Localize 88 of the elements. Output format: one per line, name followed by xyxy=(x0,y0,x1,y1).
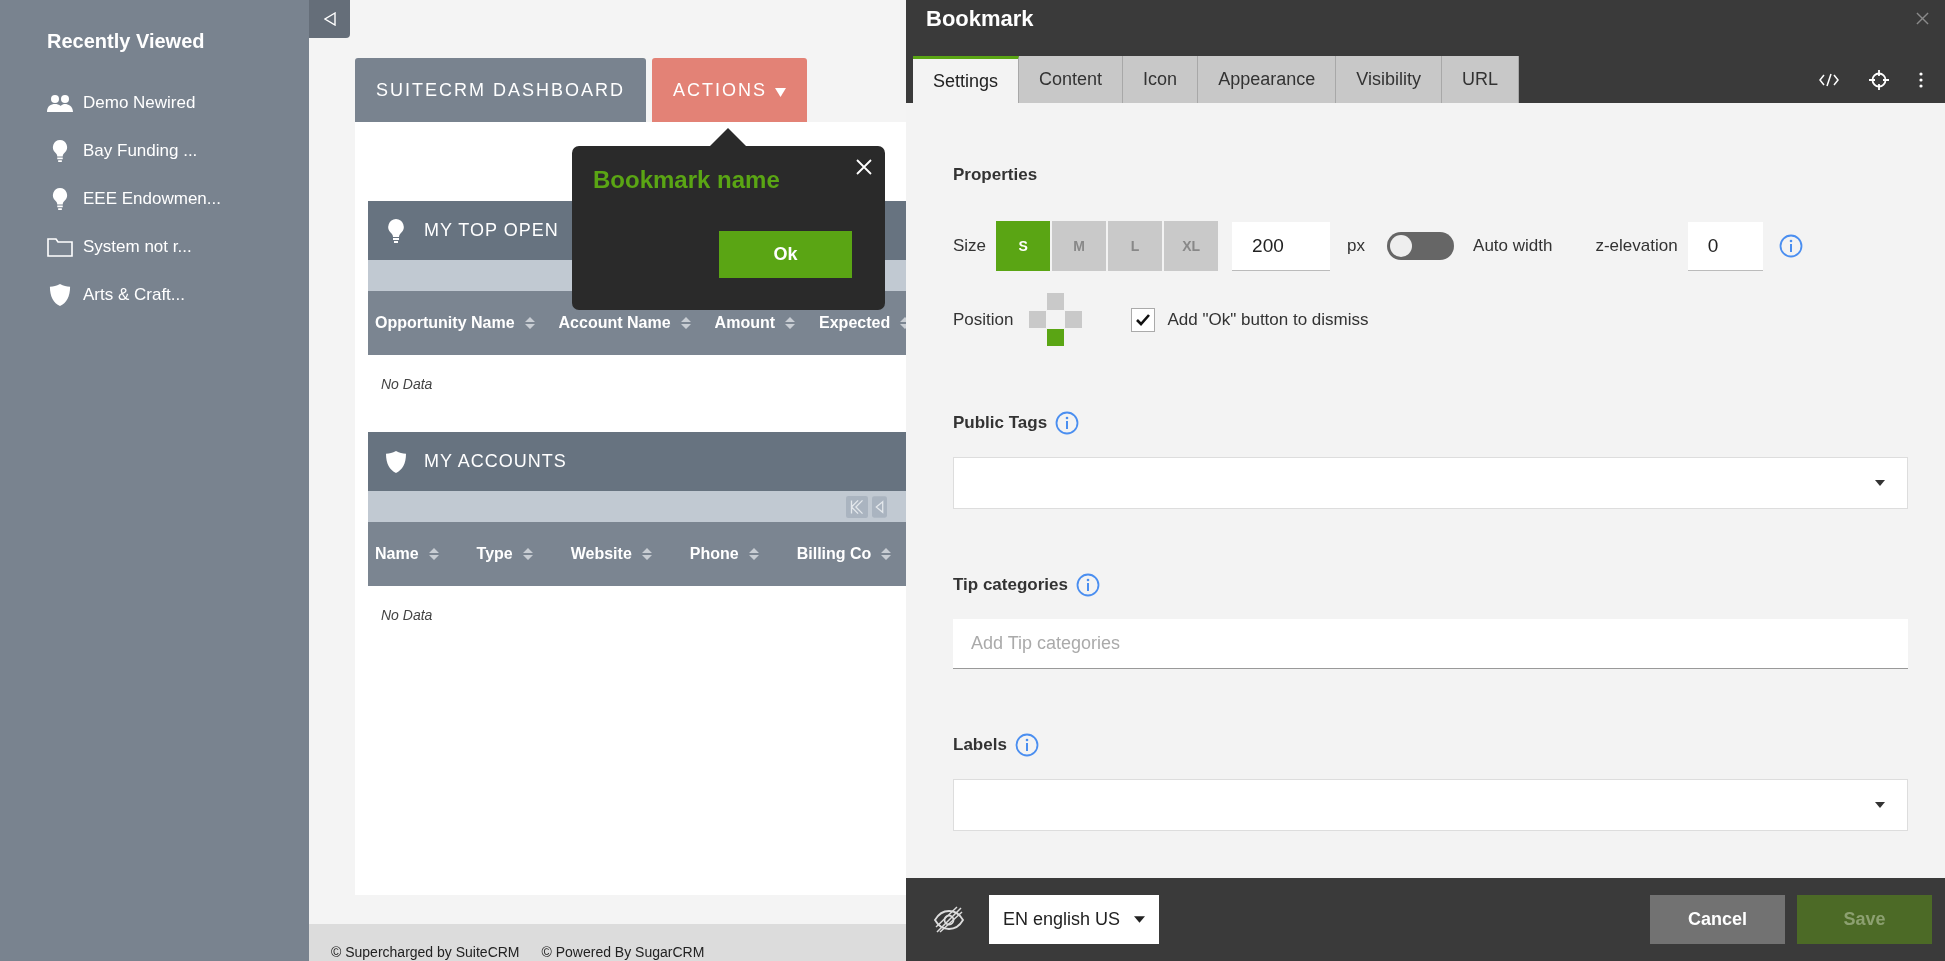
column-header[interactable]: Amount xyxy=(714,314,796,332)
footer-link[interactable]: © Supercharged by SuiteCRM xyxy=(331,944,520,961)
column-header[interactable]: Opportunity Name xyxy=(375,314,535,332)
panel-tab[interactable]: URL xyxy=(1441,56,1519,103)
sort-icon xyxy=(524,316,535,330)
sort-icon xyxy=(748,547,759,561)
unit-label: px xyxy=(1347,236,1366,256)
column-header[interactable]: Phone xyxy=(689,545,759,563)
panel-tab[interactable]: Icon xyxy=(1123,56,1199,103)
column-header[interactable]: Expected xyxy=(819,314,906,332)
footer-link[interactable]: © Powered By SugarCRM xyxy=(541,944,705,961)
auto-width-label: Auto width xyxy=(1473,236,1553,256)
ok-button[interactable]: Ok xyxy=(719,231,852,278)
first-page-icon[interactable] xyxy=(846,495,868,518)
column-header[interactable]: Website xyxy=(570,545,652,563)
tooltip-title: Bookmark name xyxy=(593,166,780,194)
caret-icon xyxy=(1875,480,1885,486)
position-label: Position xyxy=(953,310,1014,330)
sidebar-title: Recently Viewed xyxy=(47,30,206,53)
dashlet-title: MY TOP OPEN xyxy=(424,220,559,241)
field-label: Labels xyxy=(953,735,1007,755)
recent-item-link[interactable]: Arts & Craft... xyxy=(83,285,186,305)
z-elevation-input[interactable]: 0 xyxy=(1687,221,1763,271)
size-label: Size xyxy=(953,236,987,256)
column-header[interactable]: Account Name xyxy=(558,314,691,332)
info-icon[interactable] xyxy=(1055,411,1080,435)
column-header[interactable]: Billing Co xyxy=(796,545,892,563)
language-select[interactable]: EN english US xyxy=(989,895,1160,944)
size-option[interactable]: M xyxy=(1052,221,1107,271)
sort-icon xyxy=(641,547,652,561)
panel-tab[interactable]: Appearance xyxy=(1198,56,1337,103)
input-field[interactable]: Add Tip categories xyxy=(953,619,1908,669)
panel-tab[interactable]: Settings xyxy=(913,56,1020,103)
collapse-sidebar-button[interactable] xyxy=(309,0,350,38)
previous-page-icon[interactable] xyxy=(872,495,887,518)
column-header[interactable]: Name xyxy=(375,545,439,563)
panel-tab[interactable]: Visibility xyxy=(1336,56,1442,103)
panel-tab[interactable]: Content xyxy=(1019,56,1124,103)
more-options-icon[interactable] xyxy=(1919,71,1923,88)
dashboard-tab[interactable]: ACTIONS xyxy=(652,58,808,122)
toggle-switch[interactable] xyxy=(1387,232,1455,260)
crosshair-icon[interactable] xyxy=(1869,69,1889,90)
shield-icon xyxy=(386,449,406,474)
empty-message: No Data xyxy=(381,376,433,392)
sort-icon xyxy=(522,547,533,561)
dashboard-tab[interactable]: SUITECRM DASHBOARD xyxy=(355,58,647,122)
cancel-button[interactable]: Cancel xyxy=(1650,895,1785,944)
sort-icon xyxy=(881,547,892,561)
position-option[interactable] xyxy=(1047,329,1065,346)
eye-slash-icon[interactable] xyxy=(933,905,965,934)
lightbulb-icon xyxy=(386,218,406,243)
info-icon[interactable] xyxy=(1014,733,1039,757)
position-option[interactable] xyxy=(1029,311,1047,328)
dashlet-title: MY ACCOUNTS xyxy=(424,451,567,472)
checkmark-icon xyxy=(1136,314,1151,326)
field-label: Tip categories xyxy=(953,575,1068,595)
panel-title: Bookmark xyxy=(926,6,1034,32)
caret-icon xyxy=(1875,802,1885,808)
people-icon xyxy=(47,92,73,114)
recent-item-link[interactable]: System not r... xyxy=(83,237,192,257)
checkbox-label: Add "Ok" button to dismiss xyxy=(1167,310,1369,330)
empty-message: No Data xyxy=(381,607,433,623)
caret-icon xyxy=(775,87,787,97)
recent-item-link[interactable]: Demo Newired xyxy=(83,93,196,113)
field-label: Public Tags xyxy=(953,413,1048,433)
recent-item-link[interactable]: EEE Endowmen... xyxy=(83,189,221,209)
info-icon[interactable] xyxy=(1075,573,1100,597)
position-option[interactable] xyxy=(1047,293,1065,310)
sort-icon xyxy=(785,316,796,330)
size-option[interactable]: S xyxy=(996,221,1051,271)
folder-icon xyxy=(47,236,73,258)
sort-icon xyxy=(428,547,439,561)
caret-icon xyxy=(1134,916,1146,923)
size-option[interactable]: XL xyxy=(1164,221,1219,271)
select-field[interactable] xyxy=(953,457,1908,509)
size-option[interactable]: L xyxy=(1108,221,1163,271)
shield-icon xyxy=(47,284,73,306)
z-elevation-label: z-elevation xyxy=(1595,236,1678,256)
width-input[interactable]: 200 xyxy=(1232,221,1331,271)
triangle-icon xyxy=(323,12,336,26)
select-field[interactable] xyxy=(953,779,1908,831)
column-header[interactable]: Type xyxy=(476,545,533,563)
section-heading: Properties xyxy=(953,165,1039,185)
recent-item-link[interactable]: Bay Funding ... xyxy=(83,141,198,161)
position-option[interactable] xyxy=(1065,311,1083,328)
sort-icon xyxy=(680,316,691,330)
checkbox[interactable] xyxy=(1131,308,1156,332)
info-icon[interactable] xyxy=(1778,234,1803,258)
